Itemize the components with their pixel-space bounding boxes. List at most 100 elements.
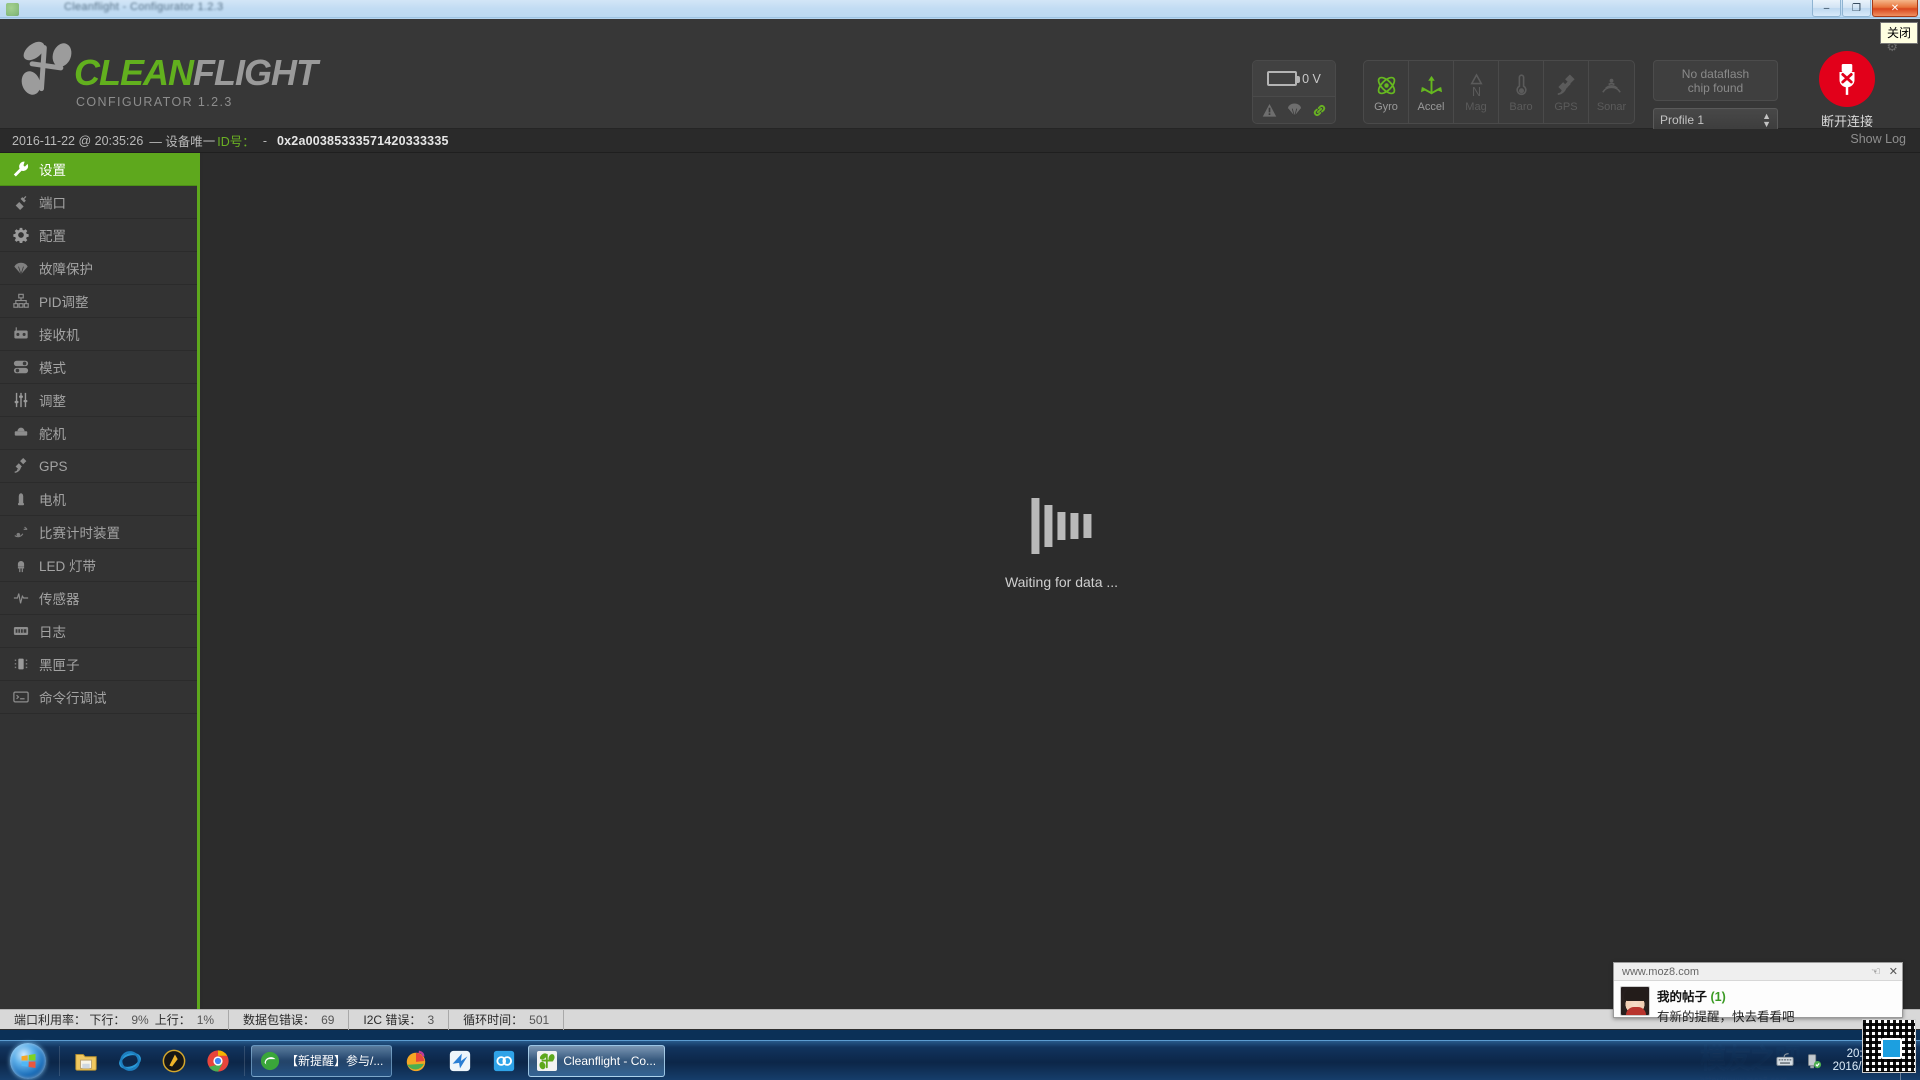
taskbar-button-baidu[interactable] [484,1044,524,1078]
notification-title-text: 我的帖子 [1657,990,1708,1004]
warning-icon [1262,103,1277,118]
status-port-up-value: 1% [196,1012,215,1027]
sidebar-item-label: GPS [39,458,68,474]
wrench-icon[interactable]: ☜ [1871,965,1881,978]
taskbar-button-label: Cleanflight - Co... [563,1053,657,1068]
accel-icon [1419,71,1444,98]
window-titlebar[interactable]: Cleanflight - Configurator 1.2.3 – ❐ ✕ [0,0,1920,18]
timer-icon [12,524,29,541]
loading-bar [1083,514,1092,538]
gyro-icon [1374,71,1399,98]
sidebar-item-label: 传感器 [39,592,80,607]
keyboard-icon[interactable] [1776,1052,1794,1070]
qr-code [1862,1019,1916,1073]
dataflash-status: No dataflash chip found [1653,60,1778,101]
sidebar-item-ports[interactable]: 端口 [0,186,197,219]
waiting-text: Waiting for data ... [1004,574,1119,590]
window-controls: – ❐ ✕ [1811,0,1918,18]
toggle-icon [12,359,29,376]
maximize-button[interactable]: ❐ [1842,0,1871,17]
sidebar-item-led-strip[interactable]: LED 灯带 [0,549,197,582]
sidebar-item-receiver[interactable]: 接收机 [0,318,197,351]
sidebar-item-label: 调整 [39,394,66,409]
quick-launch-explorer[interactable] [66,1044,106,1078]
status-i2c-errors-label: I2C 错误： [363,1013,422,1027]
sensor-indicators: Gyro Accel N Mag Baro GPS Sonar [1363,60,1635,124]
taskbar-button-foxmail[interactable] [440,1044,480,1078]
status-i2c-errors: I2C 错误： 3 [349,1009,450,1030]
sidebar-item-modes[interactable]: 模式 [0,351,197,384]
sensor-baro: Baro [1499,61,1544,123]
sensor-accel-label: Accel [1417,100,1445,113]
close-icon[interactable]: ✕ [1889,965,1898,978]
status-cycle-time-value: 501 [529,1012,550,1027]
sidebar-item-adjustments[interactable]: 调整 [0,384,197,417]
status-packet-errors-label: 数据包错误： [243,1013,316,1027]
start-button[interactable] [1,1042,55,1080]
sidebar-item-blackbox[interactable]: 黑匣子 [0,648,197,681]
close-button[interactable]: ✕ [1872,0,1918,17]
sidebar-item-label: 黑匣子 [39,658,80,673]
dataflash-line1: No dataflash [1681,66,1750,81]
sidebar-item-race-timer[interactable]: 比赛计时装置 [0,516,197,549]
notification-header: www.moz8.com ☜ ✕ [1614,963,1902,981]
quick-launch-internet-explorer[interactable] [110,1044,150,1078]
sidebar-item-logging[interactable]: 日志 [0,615,197,648]
main-content: Waiting for data ... [203,153,1920,1009]
sidebar-item-label: 端口 [39,196,66,211]
quick-launch-kingsoft[interactable] [154,1044,194,1078]
gear-icon [12,227,29,244]
notification-desc: 有新的提醒，快去看看吧 [1657,1010,1795,1024]
sidebar-item-configuration[interactable]: 配置 [0,219,197,252]
svg-text:N: N [1471,85,1480,98]
plug-icon [12,194,29,211]
sidebar-item-motors[interactable]: 电机 [0,483,197,516]
show-log-button[interactable]: Show Log [1850,132,1906,146]
sidebar-item-servos[interactable]: 舵机 [0,417,197,450]
minimize-button[interactable]: – [1812,0,1841,17]
usb-icon[interactable] [1804,1052,1822,1070]
sidebar-item-setup[interactable]: 设置 [0,153,197,186]
loading-bars-icon [1005,498,1118,554]
profile-select[interactable]: Profile 1 ▲ ▼ [1653,108,1778,131]
sliders-icon [12,392,29,409]
sidebar-item-gps[interactable]: GPS [0,450,197,483]
app-body: 设置 端口 配置 故障保护 PID调整 接收机 模式 调整 舵机 GPS 电机 … [0,153,1920,1009]
taskbar-button-cleanflight[interactable]: Cleanflight - Co... [528,1044,666,1077]
loading-bar [1070,513,1079,539]
sensor-baro-label: Baro [1509,100,1533,113]
notification-body[interactable]: 我的帖子 (1) 有新的提醒，快去看看吧 [1614,981,1902,1030]
sensor-gyro: Gyro [1364,61,1409,123]
sidebar-item-cli[interactable]: 命令行调试 [0,681,197,714]
sidebar-item-sensors[interactable]: 传感器 [0,582,197,615]
status-cycle-time-label: 循环时间： [463,1013,524,1027]
sidebar-item-label: 舵机 [39,427,66,442]
taskbar-button-sogou[interactable] [396,1044,436,1078]
battery-icon [1267,71,1301,86]
notification-popup[interactable]: www.moz8.com ☜ ✕ 我的帖子 (1) 有新的提醒，快去看看吧 [1613,962,1903,1024]
link-icon [1312,103,1327,118]
logo-flight-text: FLIGHT [193,52,318,93]
battery-status-box: 0 V [1252,60,1336,124]
sensor-mag-label: Mag [1465,100,1487,113]
notification-site: www.moz8.com [1622,965,1700,978]
close-tooltip: 关闭 [1879,22,1918,44]
windows-taskbar: 【新提醒】参与/... Cleanflight - Co... 20:35 20… [0,1040,1920,1080]
battery-voltage: 0 V [1302,71,1321,86]
quick-launch-chrome[interactable] [198,1044,238,1078]
notification-count: (1) [1710,990,1726,1004]
disconnect-button[interactable]: 断开连接 [1808,51,1886,130]
stepper-icon[interactable]: ▲ ▼ [1762,111,1771,128]
logo-clean-text: CLEAN [74,52,194,93]
sidebar-item-failsafe[interactable]: 故障保护 [0,252,197,285]
info-separator: — 设备唯一 [149,135,216,149]
app-icon [6,3,19,16]
motor-icon [12,491,29,508]
sidebar-item-pid-tuning[interactable]: PID调整 [0,285,197,318]
parachute-icon [1287,103,1302,118]
sidebar-nav: 设置 端口 配置 故障保护 PID调整 接收机 模式 调整 舵机 GPS 电机 … [0,153,200,1009]
sidebar-item-label: 故障保护 [39,262,93,277]
sidebar-item-label: 模式 [39,361,66,376]
log-icon [12,623,29,640]
taskbar-button-browser[interactable]: 【新提醒】参与/... [251,1044,393,1077]
